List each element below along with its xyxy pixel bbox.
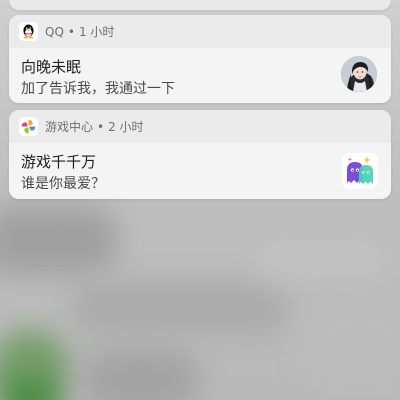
notification-body: 游戏千千万 谁是你最爱？: [9, 143, 391, 199]
separator-dot: •: [97, 120, 105, 134]
game-center-pinwheel-icon: [19, 117, 38, 136]
separator-dot: •: [67, 25, 75, 39]
game-ghost-icon: [342, 153, 378, 189]
app-name: QQ: [45, 25, 64, 39]
notification-header: 游戏中心 • 2 小时: [9, 110, 391, 143]
notification-card-game-center[interactable]: 游戏中心 • 2 小时 游戏千千万 谁是你最爱？: [9, 110, 391, 199]
notification-meta: 游戏中心 • 2 小时: [45, 118, 144, 135]
background-blur-shape: [0, 205, 120, 275]
notification-header: QQ • 1 小时: [9, 15, 391, 48]
app-name: 游戏中心: [45, 120, 94, 134]
timestamp: 2 小时: [108, 120, 144, 134]
background-blur-shape: [250, 240, 390, 280]
background-blur-shape: [300, 300, 400, 390]
notification-title: 向晚未眠: [21, 58, 82, 76]
notification-title: 游戏千千万: [21, 153, 97, 171]
notification-card-qq[interactable]: QQ • 1 小时 向晚未眠 加了告诉我，我通过一下: [9, 15, 391, 103]
notification-message: 加了告诉我，我通过一下: [21, 81, 175, 97]
background-blur-shape: [70, 280, 290, 335]
background-blur-shape: [80, 350, 200, 400]
background-blur-shape: [0, 380, 60, 400]
timestamp: 1 小时: [78, 25, 115, 39]
sender-avatar: [341, 56, 377, 92]
previous-notification-edge[interactable]: [9, 0, 391, 10]
notification-meta: QQ • 1 小时: [45, 23, 114, 40]
notification-body: 向晚未眠 加了告诉我，我通过一下: [9, 48, 391, 103]
notification-message: 谁是你最爱？: [21, 176, 105, 192]
qq-penguin-icon: [19, 22, 38, 41]
